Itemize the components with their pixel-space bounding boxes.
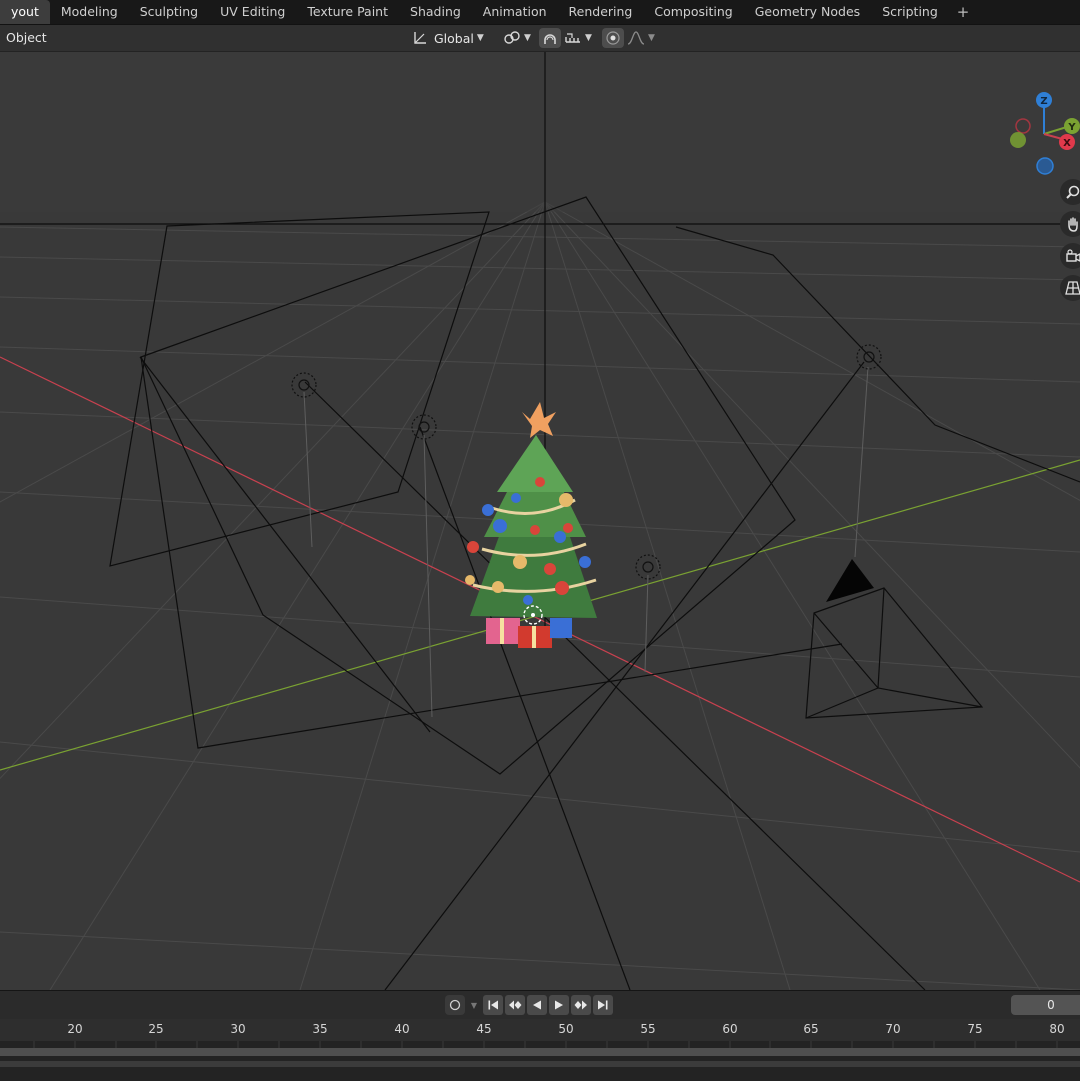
ruler-label: 80 — [1049, 1022, 1065, 1036]
tab-shading[interactable]: Shading — [399, 0, 472, 24]
tab-animation[interactable]: Animation — [472, 0, 558, 24]
orientation-icon — [412, 30, 428, 46]
ruler-label: 50 — [558, 1022, 574, 1036]
playback-controls: ▼ — [445, 995, 613, 1015]
ruler-label: 35 — [312, 1022, 328, 1036]
falloff-curve-icon[interactable]: ▼ — [624, 28, 658, 48]
gizmo-y-label: Y — [1067, 122, 1076, 133]
chevron-down-icon: ▼ — [585, 33, 592, 43]
ruler-label: 65 — [803, 1022, 819, 1036]
camera-object — [805, 559, 984, 719]
light-gizmos — [291, 344, 882, 580]
pivot-point-dropdown[interactable]: ▼ — [503, 28, 531, 48]
perspective-grid-icon — [1065, 280, 1080, 296]
orientation-value: Global — [434, 30, 474, 46]
timeline-frame-range — [0, 1048, 1080, 1056]
proportional-edit-controls: ▼ — [602, 28, 658, 48]
ruler-label: 45 — [476, 1022, 492, 1036]
christmas-tree-model — [465, 402, 597, 648]
jump-to-start-button[interactable] — [483, 995, 503, 1015]
gizmo-z-label: Z — [1040, 96, 1047, 107]
snap-controls: ▼ — [539, 28, 595, 48]
horizon-haze — [0, 52, 1080, 212]
tab-scripting[interactable]: Scripting — [871, 0, 949, 24]
gizmo-x-label: X — [1063, 138, 1071, 149]
viewport-header: Object Global ▼ ▼ ▼ ▼ — [0, 25, 1080, 52]
jump-start-icon — [487, 999, 499, 1011]
viewport-scene[interactable] — [0, 52, 1080, 990]
tab-sculpting[interactable]: Sculpting — [129, 0, 209, 24]
prev-keyframe-button[interactable] — [505, 995, 525, 1015]
ruler-label: 70 — [885, 1022, 901, 1036]
hand-pan-icon — [1065, 216, 1080, 232]
timeline-ruler[interactable]: 20 25 30 35 40 45 50 55 60 65 70 75 80 — [0, 1019, 1080, 1041]
tab-rendering[interactable]: Rendering — [558, 0, 644, 24]
interaction-mode-label[interactable]: Object — [6, 25, 47, 51]
jump-to-end-button[interactable] — [593, 995, 613, 1015]
tab-geometry-nodes[interactable]: Geometry Nodes — [744, 0, 871, 24]
play-reverse-button[interactable] — [527, 995, 547, 1015]
tab-texture-paint[interactable]: Texture Paint — [296, 0, 399, 24]
pivot-link-icon — [503, 30, 521, 46]
tab-layout[interactable]: yout — [0, 0, 50, 24]
3d-viewport[interactable]: Z Y X — [0, 52, 1080, 990]
next-keyframe-button[interactable] — [571, 995, 591, 1015]
navigation-gizmo[interactable]: Z Y X — [1000, 90, 1080, 180]
ruler-label: 25 — [148, 1022, 164, 1036]
pan-button[interactable] — [1060, 211, 1080, 237]
ruler-label: 20 — [67, 1022, 83, 1036]
camera-view-icon — [1065, 248, 1080, 264]
chevron-down-icon: ▼ — [648, 33, 655, 43]
light-stalks — [303, 366, 869, 718]
chevron-down-icon: ▼ — [524, 33, 531, 43]
chevron-down-icon: ▼ — [470, 1000, 478, 1010]
auto-keying-button[interactable] — [445, 995, 465, 1015]
snap-increment-icon[interactable]: ▼ — [561, 28, 595, 48]
tab-modeling[interactable]: Modeling — [50, 0, 129, 24]
ruler-label: 60 — [722, 1022, 738, 1036]
add-workspace-button[interactable]: + — [949, 0, 978, 24]
ruler-label: 30 — [230, 1022, 246, 1036]
ruler-label: 55 — [640, 1022, 656, 1036]
timeline-header: ▼ 0 — [0, 991, 1080, 1019]
perspective-toggle-button[interactable] — [1060, 275, 1080, 301]
play-button[interactable] — [549, 995, 569, 1015]
next-keyframe-icon — [574, 999, 588, 1011]
snap-magnet-icon[interactable] — [539, 28, 561, 48]
transform-orientation-dropdown[interactable]: Global ▼ — [412, 28, 484, 48]
zoom-icon — [1065, 184, 1080, 200]
play-icon — [553, 999, 565, 1011]
jump-end-icon — [597, 999, 609, 1011]
tab-compositing[interactable]: Compositing — [643, 0, 743, 24]
record-icon — [449, 999, 461, 1011]
timeline-scrollbar[interactable] — [0, 1061, 1080, 1067]
auto-keying-options[interactable]: ▼ — [467, 995, 481, 1015]
current-frame-field[interactable]: 0 — [1011, 995, 1080, 1015]
ruler-label: 75 — [967, 1022, 983, 1036]
chevron-down-icon: ▼ — [476, 33, 484, 43]
workspace-tab-bar: yout Modeling Sculpting UV Editing Textu… — [0, 0, 1080, 25]
proportional-edit-icon[interactable] — [602, 28, 624, 48]
zoom-button[interactable] — [1060, 179, 1080, 205]
tab-uv-editing[interactable]: UV Editing — [209, 0, 296, 24]
timeline-editor: ▼ 0 20 25 30 35 40 45 50 55 60 65 70 75 … — [0, 990, 1080, 1081]
ruler-label: 40 — [394, 1022, 410, 1036]
play-reverse-icon — [531, 999, 543, 1011]
timeline-body[interactable] — [0, 1041, 1080, 1081]
prev-keyframe-icon — [508, 999, 522, 1011]
camera-view-button[interactable] — [1060, 243, 1080, 269]
